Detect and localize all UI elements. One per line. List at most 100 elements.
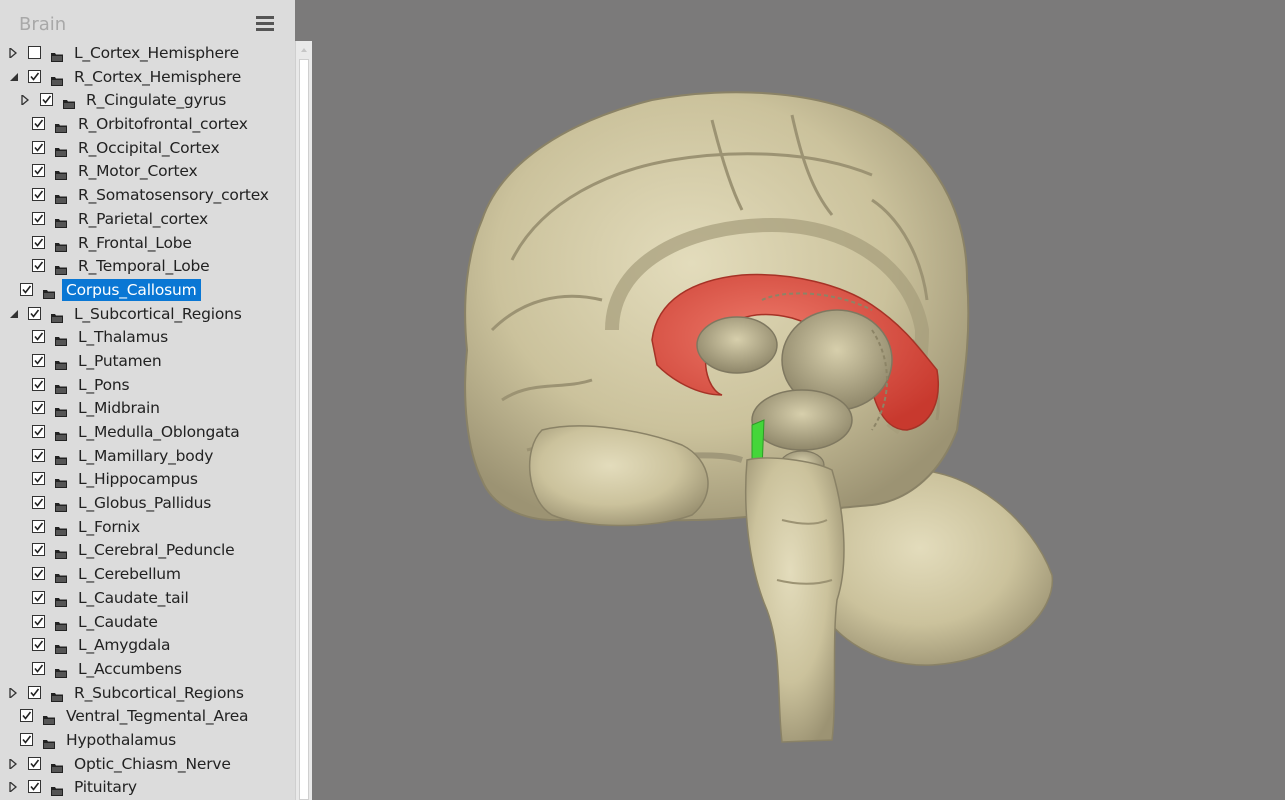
triangle-right-icon[interactable] xyxy=(9,687,19,698)
visibility-checkbox[interactable] xyxy=(32,425,45,438)
tree-item[interactable]: R_Motor_Cortex xyxy=(0,159,295,183)
3d-viewport[interactable] xyxy=(312,0,1285,800)
tree-item[interactable]: L_Caudate xyxy=(0,610,295,634)
tree-item[interactable]: L_Subcortical_Regions xyxy=(0,302,295,326)
visibility-checkbox[interactable] xyxy=(32,638,45,652)
visibility-checkbox[interactable] xyxy=(32,377,45,391)
visibility-checkbox[interactable] xyxy=(32,496,45,510)
tree-item[interactable]: L_Amygdala xyxy=(0,633,295,657)
triangle-right-icon[interactable] xyxy=(9,758,19,769)
tree-item[interactable]: Corpus_Callosum xyxy=(0,278,295,302)
visibility-checkbox[interactable] xyxy=(32,353,45,367)
visibility-checkbox[interactable] xyxy=(32,235,45,249)
tree-item[interactable]: L_Caudate_tail xyxy=(0,586,295,610)
triangle-right-icon[interactable] xyxy=(9,782,19,793)
visibility-checkbox[interactable] xyxy=(32,164,45,178)
tree-item-label: L_Putamen xyxy=(78,351,162,370)
tree-item[interactable]: L_Cerebral_Peduncle xyxy=(0,538,295,562)
visibility-checkbox[interactable] xyxy=(40,93,53,107)
tree-item[interactable]: L_Accumbens xyxy=(0,657,295,681)
tree-item[interactable]: R_Somatosensory_cortex xyxy=(0,183,295,207)
visibility-checkbox[interactable] xyxy=(32,117,45,131)
checkmark-icon xyxy=(42,95,52,105)
tree-item[interactable]: L_Hippocampus xyxy=(0,467,295,491)
visibility-checkbox[interactable] xyxy=(32,401,45,415)
tree-item[interactable]: L_Mamillary_body xyxy=(0,444,295,468)
tree-item[interactable]: L_Thalamus xyxy=(0,325,295,349)
tree-item[interactable]: L_Midbrain xyxy=(0,396,295,420)
tree-item[interactable]: R_Temporal_Lobe xyxy=(0,254,295,278)
visibility-checkbox[interactable] xyxy=(32,661,45,675)
checkmark-icon xyxy=(34,664,44,673)
visibility-checkbox[interactable] xyxy=(32,211,45,225)
folder-icon xyxy=(55,166,67,181)
folder-icon xyxy=(51,48,63,62)
tree-scrollbar[interactable] xyxy=(295,41,312,800)
hamburger-menu-icon[interactable] xyxy=(256,16,274,32)
tree-item-label: Ventral_Tegmental_Area xyxy=(66,707,249,726)
tree-item[interactable]: L_Putamen xyxy=(0,349,295,373)
tree-item[interactable]: L_Fornix xyxy=(0,515,295,539)
folder-icon xyxy=(55,617,67,631)
visibility-checkbox[interactable] xyxy=(32,188,45,202)
triangle-right-icon[interactable] xyxy=(21,95,31,106)
tree-item-label: Optic_Chiasm_Nerve xyxy=(74,754,231,773)
tree-item[interactable]: Ventral_Tegmental_Area xyxy=(0,704,295,728)
tree-item[interactable]: Pituitary xyxy=(0,775,295,799)
tree-item[interactable]: L_Globus_Pallidus xyxy=(0,491,295,515)
visibility-checkbox[interactable] xyxy=(20,732,33,746)
tree-item[interactable]: L_Medulla_Oblongata xyxy=(0,420,295,444)
checkmark-icon xyxy=(34,356,44,365)
visibility-checkbox[interactable] xyxy=(32,140,45,154)
tree-item[interactable]: Hypothalamus xyxy=(0,728,295,752)
triangle-down-icon[interactable] xyxy=(9,72,19,82)
visibility-checkbox[interactable] xyxy=(20,282,33,296)
tree-item[interactable]: R_Cortex_Hemisphere xyxy=(0,65,295,89)
visibility-checkbox[interactable] xyxy=(32,543,45,557)
visibility-checkbox[interactable] xyxy=(28,306,41,320)
tree-item[interactable]: L_Cortex_Hemisphere xyxy=(0,41,295,65)
visibility-checkbox[interactable] xyxy=(28,46,41,59)
tree-item[interactable]: R_Orbitofrontal_cortex xyxy=(0,112,295,136)
folder-icon xyxy=(55,474,67,489)
visibility-checkbox[interactable] xyxy=(32,448,45,462)
folder-icon xyxy=(55,498,67,513)
tree-item[interactable]: R_Cingulate_gyrus xyxy=(0,88,295,112)
scroll-up-arrow-icon[interactable] xyxy=(296,41,312,57)
tree-item[interactable]: R_Subcortical_Regions xyxy=(0,681,295,705)
visibility-checkbox[interactable] xyxy=(28,685,41,699)
tree-item[interactable]: R_Frontal_Lobe xyxy=(0,231,295,255)
visibility-checkbox[interactable] xyxy=(28,780,41,794)
tree-item-label: L_Caudate_tail xyxy=(78,588,189,607)
visibility-checkbox[interactable] xyxy=(32,567,45,581)
checkmark-icon xyxy=(30,309,40,318)
tree-item[interactable]: L_Cerebellum xyxy=(0,562,295,586)
tree-item-label: L_Amygdala xyxy=(78,636,171,655)
folder-icon xyxy=(55,190,67,205)
visibility-checkbox[interactable] xyxy=(32,330,45,344)
visibility-checkbox[interactable] xyxy=(28,756,41,770)
visibility-checkbox[interactable] xyxy=(20,709,33,723)
tree-item-label: L_Midbrain xyxy=(78,399,160,418)
checkmark-icon xyxy=(22,285,32,294)
visibility-checkbox[interactable] xyxy=(32,472,45,486)
visibility-checkbox[interactable] xyxy=(32,259,45,273)
tree-item[interactable]: R_Occipital_Cortex xyxy=(0,136,295,160)
visibility-checkbox[interactable] xyxy=(32,614,45,628)
folder-icon xyxy=(51,688,63,702)
scrollbar-thumb[interactable] xyxy=(299,59,309,800)
tree-item[interactable]: Optic_Chiasm_Nerve xyxy=(0,752,295,776)
folder-icon xyxy=(55,593,67,607)
tree-item-label: R_Cortex_Hemisphere xyxy=(74,67,242,86)
visibility-checkbox[interactable] xyxy=(32,590,45,604)
folder-icon xyxy=(43,711,55,726)
triangle-down-icon[interactable] xyxy=(9,309,19,319)
brain-3d-model[interactable] xyxy=(312,0,1285,800)
tree-item[interactable]: L_Pons xyxy=(0,373,295,397)
tree-item-label: L_Thalamus xyxy=(78,328,168,347)
visibility-checkbox[interactable] xyxy=(28,69,41,83)
visibility-checkbox[interactable] xyxy=(32,519,45,533)
tree-item[interactable]: R_Parietal_cortex xyxy=(0,207,295,231)
checkmark-icon xyxy=(34,119,44,128)
triangle-right-icon[interactable] xyxy=(9,48,19,58)
